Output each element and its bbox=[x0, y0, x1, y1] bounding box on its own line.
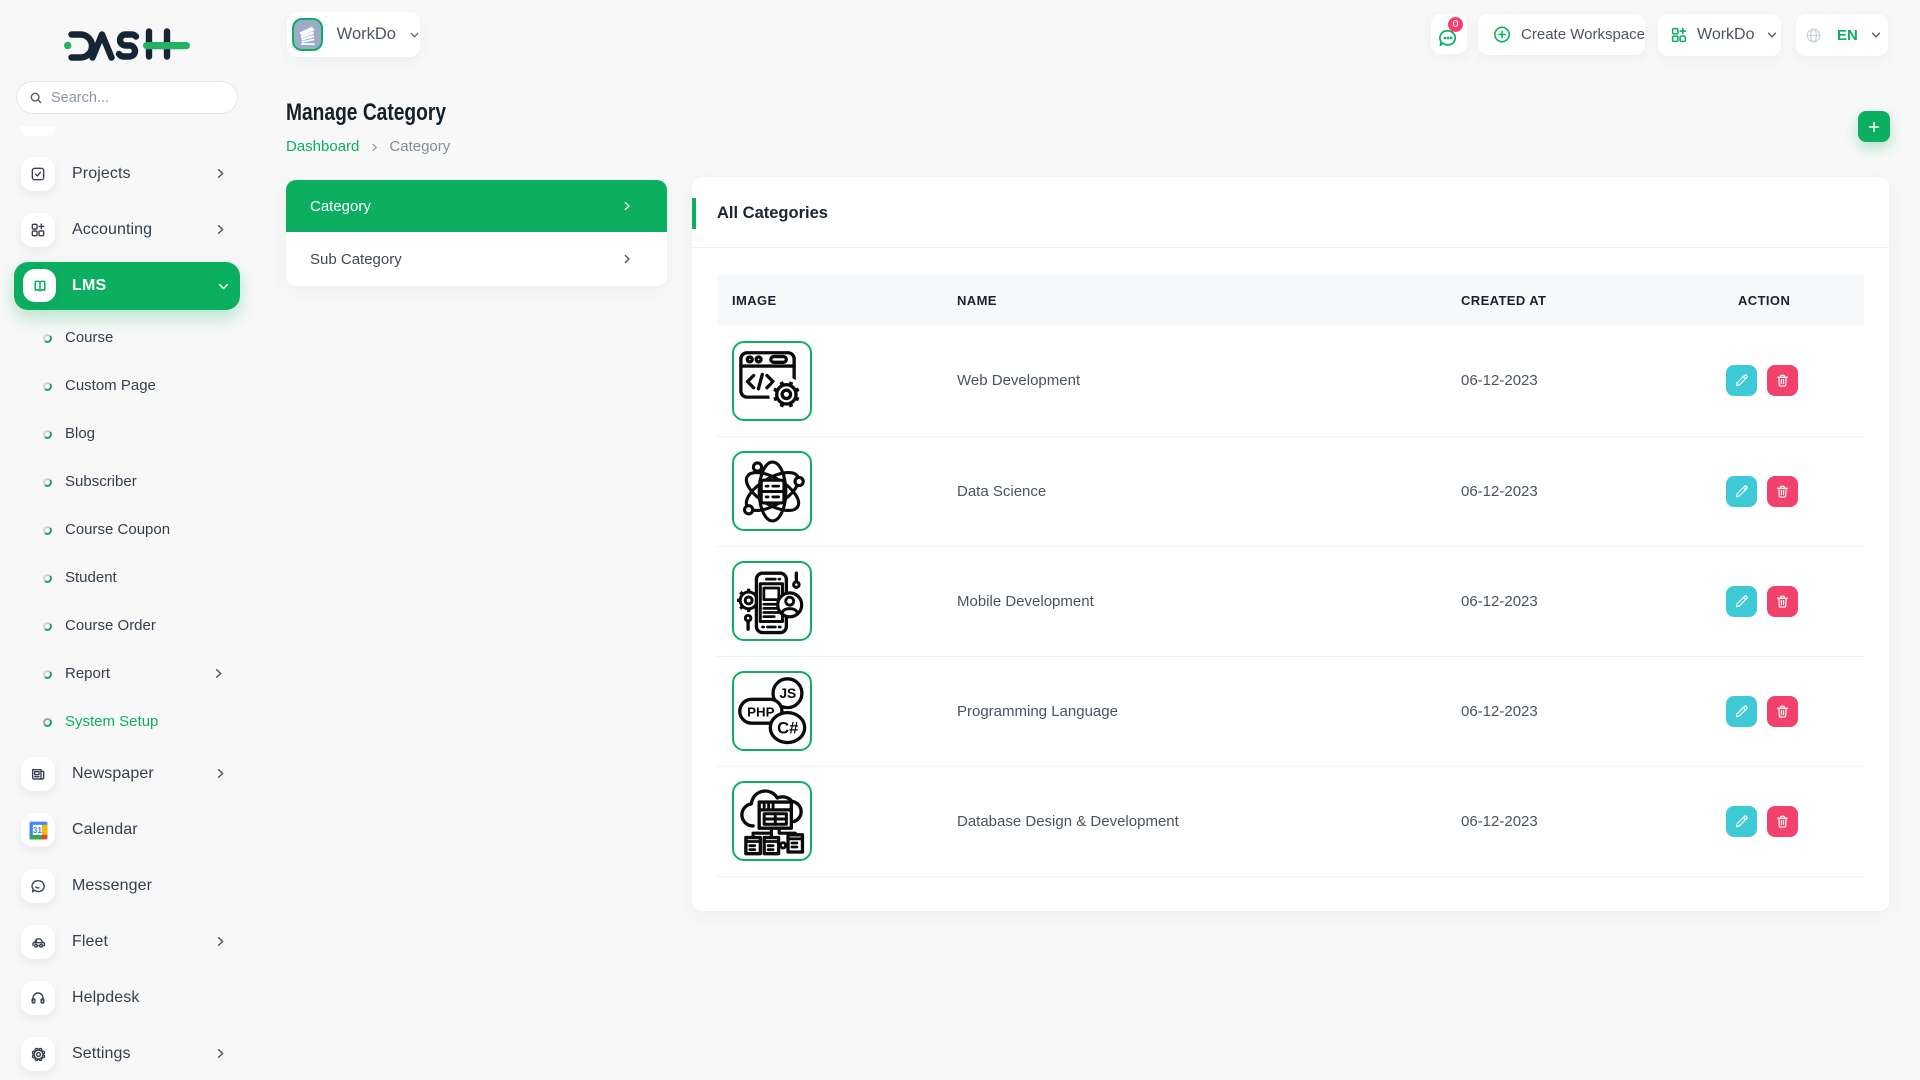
svg-text:PHP: PHP bbox=[747, 704, 774, 719]
svg-text:31: 31 bbox=[32, 825, 42, 834]
svg-text:C#: C# bbox=[777, 718, 798, 737]
svg-text:JS: JS bbox=[779, 685, 796, 701]
